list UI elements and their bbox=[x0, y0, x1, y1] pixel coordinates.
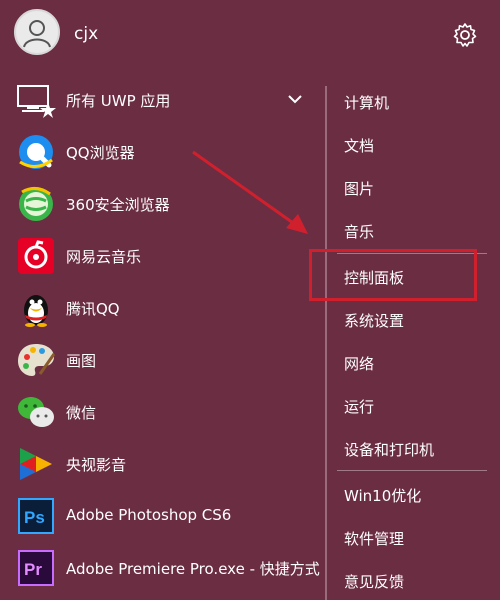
app-label: 所有 UWP 应用 bbox=[66, 92, 171, 110]
app-item-qq-browser[interactable]: QQ浏览器 bbox=[0, 128, 320, 180]
place-item-devices-printers[interactable]: 设备和打印机 bbox=[327, 428, 487, 468]
app-item-360-browser[interactable]: 360安全浏览器 bbox=[0, 180, 320, 232]
place-label: 网络 bbox=[344, 355, 375, 373]
app-label: QQ浏览器 bbox=[66, 144, 135, 162]
app-item-cctv-video[interactable]: 央视影音 bbox=[0, 440, 320, 492]
place-label: 系统设置 bbox=[344, 312, 405, 330]
username-label[interactable]: cjx bbox=[74, 24, 98, 44]
highlight-box bbox=[309, 249, 477, 301]
place-label: 计算机 bbox=[344, 94, 390, 112]
place-item-pictures[interactable]: 图片 bbox=[327, 167, 487, 207]
photoshop-icon: Ps bbox=[18, 498, 54, 534]
place-label: 意见反馈 bbox=[344, 573, 405, 591]
chevron-down-icon[interactable] bbox=[287, 94, 303, 104]
place-item-win10-optimize[interactable]: Win10优化 bbox=[327, 474, 487, 514]
gear-icon[interactable] bbox=[452, 22, 478, 48]
place-label: 软件管理 bbox=[344, 530, 405, 548]
netease-music-icon bbox=[18, 238, 54, 274]
place-label: 音乐 bbox=[344, 223, 375, 241]
place-item-computer[interactable]: 计算机 bbox=[327, 81, 487, 121]
qq-penguin-icon bbox=[24, 295, 48, 327]
app-label: Adobe Photoshop CS6 bbox=[66, 506, 232, 524]
place-label: 设备和打印机 bbox=[344, 441, 435, 459]
premiere-icon: Pr bbox=[18, 550, 54, 586]
menu-separator bbox=[337, 470, 487, 471]
app-label: 画图 bbox=[66, 352, 97, 370]
place-item-feedback[interactable]: 意见反馈 bbox=[327, 560, 487, 600]
place-item-network[interactable]: 网络 bbox=[327, 342, 487, 382]
place-label: Win10优化 bbox=[344, 487, 422, 505]
paint-icon bbox=[18, 344, 56, 376]
place-item-system-settings[interactable]: 系统设置 bbox=[327, 299, 487, 339]
svg-text:Pr: Pr bbox=[24, 560, 42, 579]
app-item-premiere[interactable]: Pr Adobe Premiere Pro.exe - 快捷方式 bbox=[0, 544, 320, 596]
cctv-video-icon bbox=[20, 448, 52, 480]
place-item-run[interactable]: 运行 bbox=[327, 385, 487, 425]
app-item-netease-music[interactable]: 网易云音乐 bbox=[0, 232, 320, 284]
app-item-wechat[interactable]: 微信 bbox=[0, 388, 320, 440]
place-label: 图片 bbox=[344, 180, 375, 198]
app-label: 微信 bbox=[66, 404, 97, 422]
svg-text:Ps: Ps bbox=[24, 508, 45, 527]
place-label: 运行 bbox=[344, 398, 375, 416]
app-label: 360安全浏览器 bbox=[66, 196, 170, 214]
start-menu: cjx 所有 UWP 应用 QQ浏览器 360安全浏览器 网易云音乐 腾讯QQ … bbox=[0, 0, 500, 600]
app-item-photoshop[interactable]: Ps Adobe Photoshop CS6 bbox=[0, 492, 320, 544]
uwp-apps-icon bbox=[17, 85, 56, 118]
user-row: cjx bbox=[0, 0, 500, 70]
app-label: Adobe Premiere Pro.exe - 快捷方式 bbox=[66, 560, 320, 578]
360-browser-icon bbox=[19, 187, 53, 221]
app-item-uwp[interactable]: 所有 UWP 应用 bbox=[0, 76, 320, 128]
wechat-icon bbox=[18, 397, 54, 427]
app-label: 网易云音乐 bbox=[66, 248, 142, 266]
places-list: 计算机 文档 图片 音乐 控制面板 系统设置 网络 运行 设备和打印机 Win1… bbox=[327, 76, 500, 600]
place-item-software-manager[interactable]: 软件管理 bbox=[327, 517, 487, 557]
place-item-music[interactable]: 音乐 bbox=[327, 210, 487, 250]
app-label: 腾讯QQ bbox=[66, 300, 120, 318]
user-avatar-icon[interactable] bbox=[14, 9, 60, 55]
qq-browser-icon bbox=[19, 135, 53, 169]
app-list: 所有 UWP 应用 QQ浏览器 360安全浏览器 网易云音乐 腾讯QQ 画图 微… bbox=[0, 76, 320, 600]
app-item-qq[interactable]: 腾讯QQ bbox=[0, 284, 320, 336]
app-label: 央视影音 bbox=[66, 456, 127, 474]
app-item-paint[interactable]: 画图 bbox=[0, 336, 320, 388]
place-label: 文档 bbox=[344, 137, 375, 155]
place-item-documents[interactable]: 文档 bbox=[327, 124, 487, 164]
